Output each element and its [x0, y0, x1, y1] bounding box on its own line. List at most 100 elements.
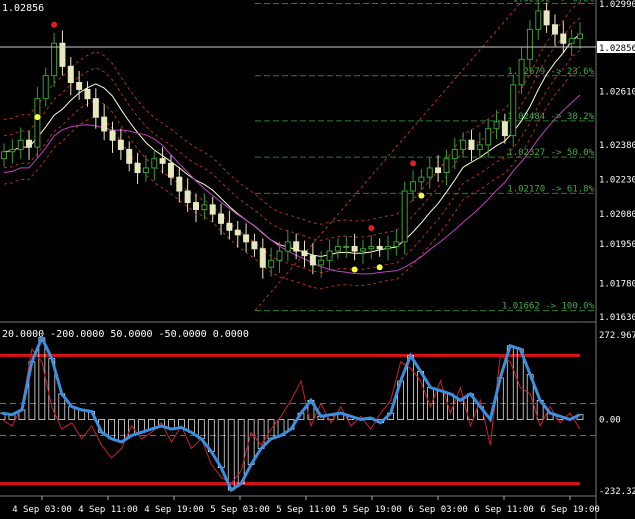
candle-body	[101, 116, 108, 132]
fractal-up-marker	[51, 21, 58, 28]
fib-level-label: 1.02327 -> 50.0%	[507, 148, 594, 158]
candle-body	[1, 151, 7, 160]
candle-body	[276, 250, 283, 261]
candle-body	[418, 176, 425, 183]
candle-body	[84, 88, 91, 100]
candle-body	[51, 42, 58, 77]
candle-body	[301, 250, 308, 257]
candle-body	[167, 162, 174, 178]
time-axis-label: 6 Sep 11:00	[474, 505, 534, 515]
candle-body	[476, 144, 483, 150]
candle-body	[376, 245, 383, 250]
fractal-down-marker	[34, 114, 41, 121]
candle-body	[234, 229, 241, 236]
candle-body	[351, 245, 358, 252]
candle-body	[9, 148, 16, 153]
indicator-axis-label: 0.00	[599, 416, 621, 426]
candle-body	[393, 241, 400, 247]
candle-body	[134, 162, 141, 174]
fractal-down-marker	[418, 192, 425, 199]
candle-body	[209, 204, 216, 215]
price-axis-label: 1.01950	[599, 240, 635, 250]
candle-body	[151, 158, 158, 169]
time-axis-label: 4 Sep 19:00	[144, 505, 204, 515]
candle-body	[218, 213, 225, 224]
fib-level-label: 1.01662 -> 100.0%	[502, 302, 595, 312]
candle-body	[493, 121, 500, 130]
chart-background	[0, 0, 635, 519]
candle-body	[142, 167, 149, 174]
time-axis-label: 4 Sep 11:00	[78, 505, 138, 515]
indicator-axis-label: -232.322	[599, 487, 635, 497]
candle-body	[535, 10, 542, 30]
candle-body	[334, 245, 341, 252]
time-axis-label: 5 Sep 03:00	[210, 505, 270, 515]
candle-body	[518, 58, 525, 86]
candle-body	[318, 259, 325, 266]
candle-body	[109, 130, 116, 141]
candle-body	[159, 158, 166, 164]
price-axis-label: 1.02230	[599, 175, 635, 185]
fractal-down-marker	[376, 264, 383, 271]
candle-body	[92, 98, 99, 118]
price-axis-label: 1.02080	[599, 210, 635, 220]
candle-body	[251, 241, 258, 250]
time-axis-label: 6 Sep 19:00	[540, 505, 600, 515]
candle-body	[126, 148, 133, 164]
fib-level-label: 1.02484 -> 38.2%	[507, 112, 594, 122]
price-axis-label: 1.02380	[599, 141, 635, 151]
time-axis-label: 5 Sep 11:00	[276, 505, 336, 515]
candle-body	[76, 82, 83, 90]
candle-body	[176, 176, 183, 192]
fractal-down-marker	[351, 266, 358, 273]
price-axis-label: 1.01780	[599, 279, 635, 289]
candle-body	[510, 84, 517, 137]
symbol-price-label: 1.02856	[2, 3, 44, 14]
candle-body	[560, 33, 567, 44]
fractal-up-marker	[410, 160, 417, 167]
candle-body	[526, 28, 533, 60]
candle-body	[17, 139, 24, 150]
candle-body	[293, 241, 300, 252]
candle-body	[184, 190, 191, 204]
candle-body	[193, 202, 199, 210]
fractal-up-marker	[368, 224, 375, 231]
candle-body	[226, 222, 233, 231]
candle-body	[243, 234, 250, 243]
candle-body	[460, 139, 467, 150]
time-axis-label: 6 Sep 03:00	[408, 505, 468, 515]
time-axis-label: 5 Sep 19:00	[342, 505, 402, 515]
candle-body	[343, 245, 350, 248]
candle-body	[259, 248, 266, 268]
candle-body	[426, 167, 433, 178]
candle-body	[410, 181, 417, 192]
candle-body	[485, 128, 492, 146]
candle-body	[34, 98, 41, 148]
candle-body	[268, 259, 275, 268]
fib-level-label: 1.02992 -> 0.0%	[513, 0, 595, 5]
candle-body	[568, 38, 575, 44]
candle-body	[501, 121, 508, 137]
price-axis-label: 1.01630	[599, 313, 635, 323]
candle-body	[577, 33, 583, 40]
candle-body	[468, 139, 475, 150]
price-axis-label: 1.02990	[599, 0, 635, 10]
candle-body	[543, 10, 550, 26]
candle-body	[401, 190, 408, 243]
candle-body	[359, 248, 366, 252]
candle-body	[26, 139, 33, 148]
candle-body	[385, 245, 391, 250]
candle-body	[42, 75, 49, 100]
fib-level-label: 1.02170 -> 61.8%	[507, 184, 594, 194]
candle-body	[326, 250, 333, 261]
candle-body	[201, 204, 208, 210]
time-axis-label: 4 Sep 03:00	[12, 505, 72, 515]
candle-body	[117, 139, 124, 150]
price-axis-label: 1.02610	[599, 88, 635, 98]
candle-body	[368, 245, 375, 250]
current-price-tag: 1.02856	[599, 44, 635, 54]
indicator-axis-label: 272.967	[599, 331, 635, 341]
candle-body	[284, 241, 291, 252]
chart-window[interactable]: 1.02992 -> 0.0%1.02679 -> 23.6%1.02484 -…	[0, 0, 635, 519]
candle-body	[443, 158, 450, 174]
